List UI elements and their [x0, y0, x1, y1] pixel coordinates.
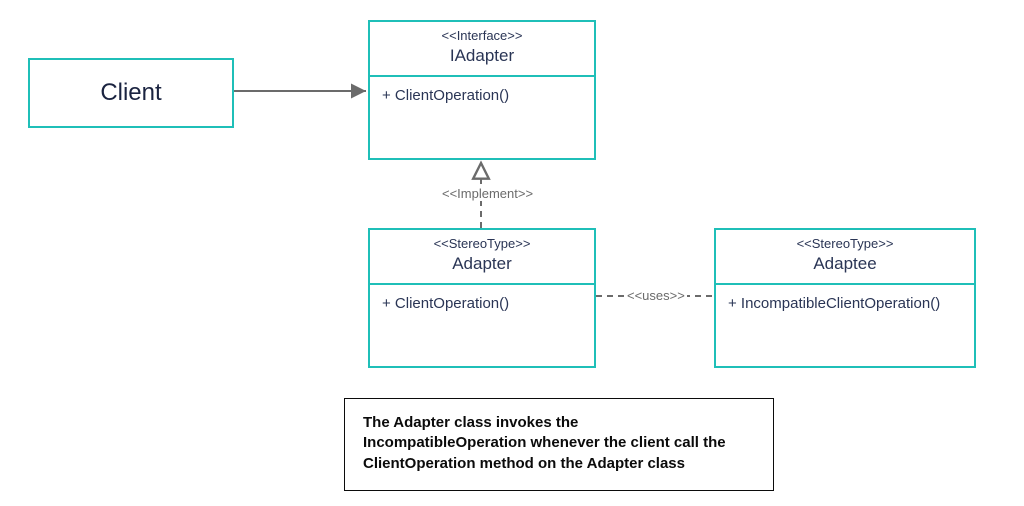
iadapter-name: IAdapter: [378, 45, 586, 67]
client-box: Client: [28, 58, 234, 128]
adapter-stereotype: <<StereoType>>: [378, 236, 586, 253]
diagram-canvas: Client <<Interface>> IAdapter + ClientOp…: [0, 0, 1024, 506]
iadapter-box: <<Interface>> IAdapter + ClientOperation…: [368, 20, 596, 160]
uses-label: <<uses>>: [625, 288, 687, 303]
adaptee-stereotype: <<StereoType>>: [724, 236, 966, 253]
adapter-header: <<StereoType>> Adapter: [370, 230, 594, 285]
adapter-name: Adapter: [378, 253, 586, 275]
iadapter-method-0: + ClientOperation(): [382, 87, 582, 104]
adaptee-name: Adaptee: [724, 253, 966, 275]
note-line-3: ClientOperation method on the Adapter cl…: [363, 454, 755, 474]
note-line-1: The Adapter class invokes the: [363, 413, 755, 433]
adaptee-header: <<StereoType>> Adaptee: [716, 230, 974, 285]
adaptee-box: <<StereoType>> Adaptee + IncompatibleCli…: [714, 228, 976, 368]
adaptee-body: + IncompatibleClientOperation(): [716, 285, 974, 322]
adapter-method-0: + ClientOperation(): [382, 295, 582, 312]
note-box: The Adapter class invokes the Incompatib…: [344, 398, 774, 491]
implement-label: <<Implement>>: [440, 186, 535, 201]
iadapter-body: + ClientOperation(): [370, 77, 594, 114]
adaptee-method-0: + IncompatibleClientOperation(): [728, 295, 962, 312]
client-label: Client: [100, 79, 161, 107]
iadapter-stereotype: <<Interface>>: [378, 28, 586, 45]
iadapter-header: <<Interface>> IAdapter: [370, 22, 594, 77]
adapter-body: + ClientOperation(): [370, 285, 594, 322]
adapter-box: <<StereoType>> Adapter + ClientOperation…: [368, 228, 596, 368]
note-line-2: IncompatibleOperation whenever the clien…: [363, 433, 755, 453]
